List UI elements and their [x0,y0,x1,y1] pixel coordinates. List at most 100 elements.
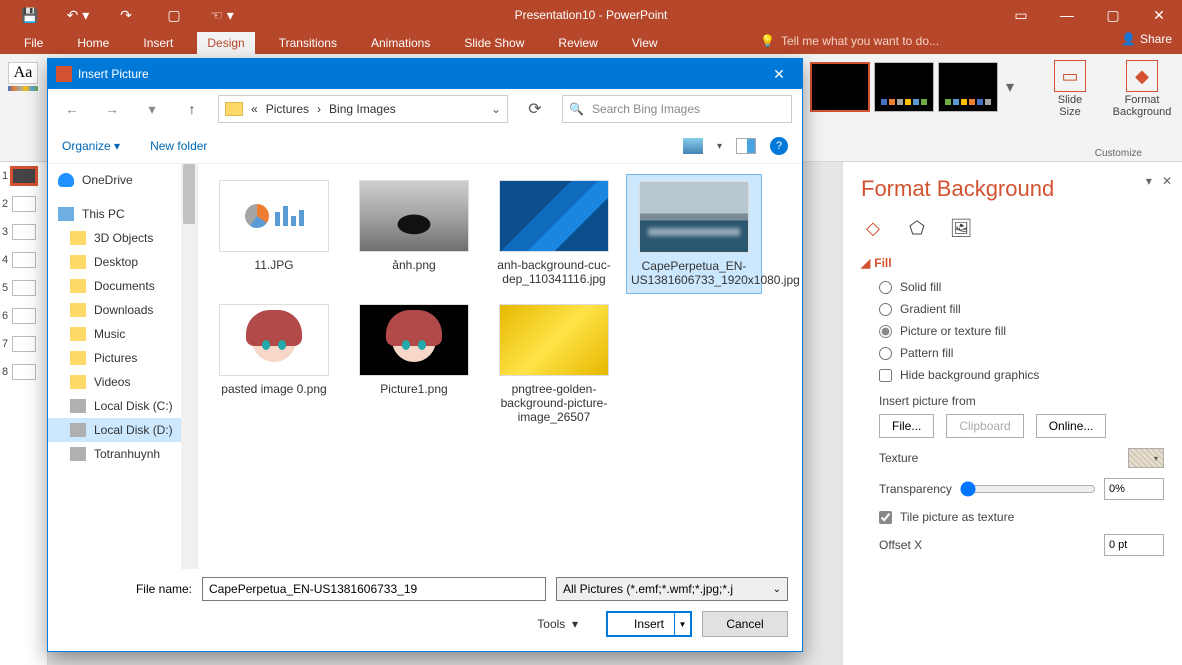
filename-label: File name: [62,582,192,596]
themes-gallery[interactable]: Aa [0,54,50,161]
radio-solid-fill[interactable]: Solid fill [879,280,1164,294]
tab-view[interactable]: View [622,32,668,54]
tell-me-search[interactable]: 💡 Tell me what you want to do... [760,34,939,48]
organize-button[interactable]: Organize ▾ [62,139,120,153]
share-button[interactable]: 👤 Share [1121,32,1172,46]
tree-local-disk-d[interactable]: Local Disk (D:) [48,418,197,442]
insert-dropdown-icon[interactable]: ▼ [674,613,690,635]
redo-icon[interactable]: ↷ [102,0,150,30]
tree-videos[interactable]: Videos [48,370,197,394]
chevron-down-icon[interactable]: ⌄ [491,102,501,116]
online-button[interactable]: Online... [1036,414,1107,438]
tree-this-pc[interactable]: This PC [48,202,197,226]
chevron-down-icon[interactable]: ▾ [717,141,722,152]
up-icon[interactable]: ↑ [178,101,206,117]
format-background-button[interactable]: ◆ Format Background [1112,60,1172,118]
filetype-select[interactable]: All Pictures (*.emf;*.wmf;*.jpg;*.j ⌄ [556,577,788,601]
variant-3[interactable] [938,62,998,112]
present-from-start-icon[interactable]: ▢ [150,0,198,30]
tree-scrollbar[interactable] [181,164,197,569]
tab-design[interactable]: Design [197,32,254,54]
refresh-icon[interactable]: ⟳ [520,99,550,119]
save-icon[interactable]: 💾 [6,0,54,30]
file-item[interactable]: pngtree-golden-background-picture-image_… [486,298,622,430]
tree-downloads[interactable]: Downloads [48,298,197,322]
file-item[interactable]: pasted image 0.png [206,298,342,430]
tree-music[interactable]: Music [48,322,197,346]
tab-animations[interactable]: Animations [361,32,440,54]
cancel-button[interactable]: Cancel [702,611,788,637]
file-thumbnail [499,180,609,252]
touch-mode-icon[interactable]: ☜ ▾ [198,0,246,30]
breadcrumb-part-1[interactable]: Pictures [266,102,309,116]
tab-insert[interactable]: Insert [133,32,183,54]
file-item[interactable]: anh-background-cuc-dep_110341116.jpg [486,174,622,294]
tree-onedrive[interactable]: OneDrive [48,168,197,192]
checkbox-hide-bg[interactable]: Hide background graphics [879,368,1164,382]
pane-close-icon[interactable]: ✕ [1162,174,1172,188]
slide-thumb-2[interactable]: 2 [2,196,45,212]
radio-pattern-fill[interactable]: Pattern fill [879,346,1164,360]
preview-pane-icon[interactable] [736,138,756,154]
back-icon[interactable]: ← [58,101,86,117]
close-icon[interactable]: ✕ [1136,0,1182,30]
new-folder-button[interactable]: New folder [150,139,207,153]
ribbon-options-icon[interactable]: ▭ [998,0,1044,30]
pane-options-icon[interactable]: ▾ [1146,174,1152,188]
breadcrumb[interactable]: « Pictures › Bing Images ⌄ [218,95,508,123]
tree-local-disk-c[interactable]: Local Disk (C:) [48,394,197,418]
effects-icon[interactable]: ⬠ [905,216,929,240]
file-item[interactable]: ảnh.png [346,174,482,294]
tab-slideshow[interactable]: Slide Show [454,32,534,54]
dialog-titlebar[interactable]: Insert Picture ✕ [48,59,802,89]
tree-pictures[interactable]: Pictures [48,346,197,370]
breadcrumb-part-2[interactable]: Bing Images [329,102,396,116]
variant-1[interactable] [810,62,870,112]
transparency-input[interactable] [1104,478,1164,500]
texture-picker[interactable]: ▾ [1128,448,1164,468]
file-item[interactable]: 11.JPG [206,174,342,294]
checkbox-tile[interactable]: Tile picture as texture [879,510,1164,524]
offset-x-input[interactable] [1104,534,1164,556]
slide-thumb-1[interactable]: 1 [2,168,45,184]
dialog-close-icon[interactable]: ✕ [764,66,794,83]
fill-icon[interactable]: ◇ [861,216,885,240]
minimize-icon[interactable]: — [1044,0,1090,30]
file-button[interactable]: File... [879,414,934,438]
tab-transitions[interactable]: Transitions [269,32,347,54]
slide-thumb-7[interactable]: 7 [2,336,45,352]
tree-documents[interactable]: Documents [48,274,197,298]
radio-picture-fill[interactable]: Picture or texture fill [879,324,1164,338]
tree-totranhuynh[interactable]: Totranhuynh [48,442,197,466]
variant-2[interactable] [874,62,934,112]
slide-thumb-4[interactable]: 4 [2,252,45,268]
tab-home[interactable]: Home [67,32,119,54]
insert-button[interactable]: Insert ▼ [606,611,692,637]
filename-input[interactable] [202,577,546,601]
undo-icon[interactable]: ↶ ▾ [54,0,102,30]
file-name: CapePerpetua_EN-US1381606733_1920x1080.j… [631,259,757,287]
radio-gradient-fill[interactable]: Gradient fill [879,302,1164,316]
slide-size-button[interactable]: ▭ Slide Size [1040,60,1100,118]
tree-3d-objects[interactable]: 3D Objects [48,226,197,250]
slide-thumb-8[interactable]: 8 [2,364,45,380]
search-input[interactable]: 🔍 Search Bing Images [562,95,792,123]
slide-thumb-6[interactable]: 6 [2,308,45,324]
transparency-slider[interactable] [960,481,1096,497]
tools-button[interactable]: Tools ▾ [537,617,578,631]
view-mode-icon[interactable] [683,138,703,154]
variants-more-icon[interactable]: ▾ [1006,77,1014,97]
file-item-selected[interactable]: CapePerpetua_EN-US1381606733_1920x1080.j… [626,174,762,294]
slide-thumb-5[interactable]: 5 [2,280,45,296]
tab-review[interactable]: Review [548,32,607,54]
file-item[interactable]: Picture1.png [346,298,482,430]
slide-number: 2 [2,198,8,210]
tab-file[interactable]: File [14,32,53,54]
maximize-icon[interactable]: ▢ [1090,0,1136,30]
recent-icon[interactable]: ▾ [138,101,166,118]
tree-desktop[interactable]: Desktop [48,250,197,274]
slide-thumb-3[interactable]: 3 [2,224,45,240]
fill-section-header[interactable]: ◢ Fill [861,256,1164,270]
picture-icon[interactable]: 🖼 [949,216,973,240]
help-icon[interactable]: ? [770,137,788,155]
